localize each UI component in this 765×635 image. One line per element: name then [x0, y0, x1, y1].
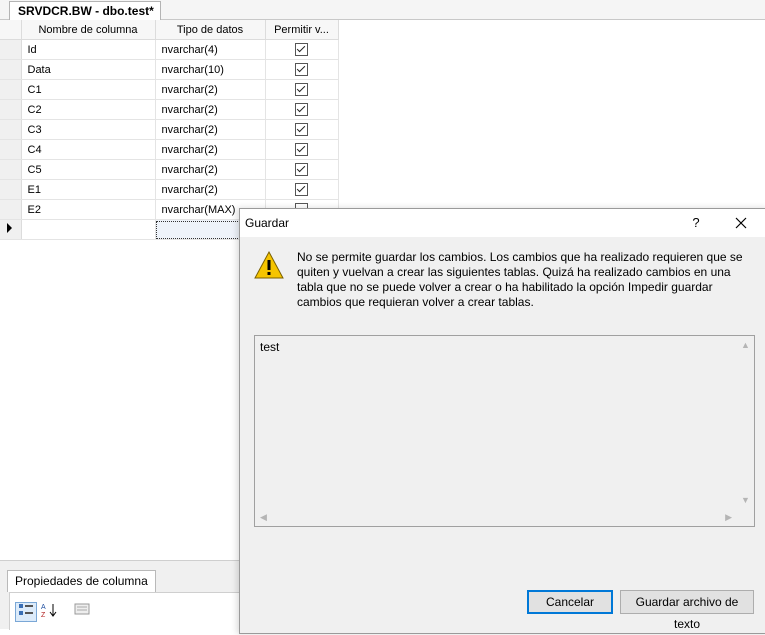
- table-row[interactable]: C4 nvarchar(2): [0, 139, 339, 160]
- row-selector[interactable]: [0, 159, 22, 180]
- help-button[interactable]: ?: [682, 213, 710, 233]
- allow-nulls-cell[interactable]: [265, 159, 339, 180]
- properties-toolbar: AZ: [9, 592, 243, 630]
- column-name-cell[interactable]: Data: [21, 59, 156, 80]
- data-type-cell[interactable]: nvarchar(2): [155, 119, 266, 140]
- column-name-cell[interactable]: Id: [21, 39, 156, 60]
- allow-nulls-cell[interactable]: [265, 39, 339, 60]
- row-selector[interactable]: [0, 219, 22, 240]
- current-row-arrow-icon: [7, 223, 12, 233]
- row-selector[interactable]: [0, 59, 22, 80]
- scroll-right-icon[interactable]: ▶: [725, 512, 732, 523]
- data-type-cell[interactable]: nvarchar(2): [155, 179, 266, 200]
- row-selector[interactable]: [0, 119, 22, 140]
- details-textbox[interactable]: test ▲ ▼ ◀ ▶: [254, 335, 755, 527]
- scroll-left-icon[interactable]: ◀: [260, 512, 267, 523]
- warning-icon: [254, 250, 284, 279]
- column-name-cell[interactable]: E2: [21, 199, 156, 220]
- row-selector[interactable]: [0, 139, 22, 160]
- table-row[interactable]: C3 nvarchar(2): [0, 119, 339, 140]
- categorized-icon[interactable]: [15, 602, 37, 622]
- vertical-scrollbar[interactable]: ▲ ▼: [737, 336, 754, 509]
- column-name-cell[interactable]: C2: [21, 99, 156, 120]
- allow-nulls-cell[interactable]: [265, 59, 339, 80]
- scroll-down-icon[interactable]: ▼: [741, 495, 750, 505]
- properties-tab-label: Propiedades de columna: [15, 574, 148, 588]
- allow-nulls-checkbox[interactable]: [295, 63, 308, 76]
- save-text-file-button[interactable]: Guardar archivo de texto: [620, 590, 754, 631]
- allow-nulls-cell[interactable]: [265, 139, 339, 160]
- svg-text:Z: Z: [41, 612, 46, 618]
- column-name-cell[interactable]: E1: [21, 179, 156, 200]
- grid-header-row: Nombre de columna Tipo de datos Permitir…: [0, 20, 339, 40]
- scroll-up-icon[interactable]: ▲: [741, 340, 750, 350]
- column-name-cell[interactable]: C5: [21, 159, 156, 180]
- column-header-type[interactable]: Tipo de datos: [155, 20, 266, 40]
- alphabetical-sort-icon[interactable]: AZ: [39, 602, 59, 620]
- columns-grid: Nombre de columna Tipo de datos Permitir…: [0, 20, 339, 240]
- row-selector-header: [0, 20, 22, 40]
- column-name-cell[interactable]: C3: [21, 119, 156, 140]
- svg-text:A: A: [41, 604, 46, 611]
- column-header-allow-nulls[interactable]: Permitir v...: [265, 20, 339, 40]
- dialog-title: Guardar: [245, 216, 290, 230]
- document-tab-title: SRVDCR.BW - dbo.test*: [18, 4, 154, 18]
- properties-panel: Propiedades de columna AZ: [0, 560, 243, 630]
- dialog-titlebar[interactable]: Guardar ?: [240, 209, 765, 237]
- allow-nulls-checkbox[interactable]: [295, 143, 308, 156]
- table-row[interactable]: C1 nvarchar(2): [0, 79, 339, 100]
- row-selector[interactable]: [0, 179, 22, 200]
- save-dialog: Guardar ? No se permite guardar los camb…: [239, 208, 765, 634]
- column-name-cell[interactable]: C1: [21, 79, 156, 100]
- allow-nulls-cell[interactable]: [265, 99, 339, 120]
- allow-nulls-cell[interactable]: [265, 179, 339, 200]
- row-selector[interactable]: [0, 99, 22, 120]
- table-row[interactable]: C5 nvarchar(2): [0, 159, 339, 180]
- property-pages-icon[interactable]: [72, 602, 92, 620]
- table-row[interactable]: E1 nvarchar(2): [0, 179, 339, 200]
- allow-nulls-checkbox[interactable]: [295, 183, 308, 196]
- horizontal-scrollbar[interactable]: ◀ ▶: [255, 509, 737, 526]
- data-type-cell[interactable]: nvarchar(2): [155, 139, 266, 160]
- row-selector[interactable]: [0, 79, 22, 100]
- data-type-cell[interactable]: nvarchar(4): [155, 39, 266, 60]
- allow-nulls-checkbox[interactable]: [295, 103, 308, 116]
- allow-nulls-checkbox[interactable]: [295, 83, 308, 96]
- properties-tab[interactable]: Propiedades de columna: [7, 570, 156, 592]
- column-name-cell[interactable]: C4: [21, 139, 156, 160]
- allow-nulls-checkbox[interactable]: [295, 123, 308, 136]
- table-row[interactable]: Data nvarchar(10): [0, 59, 339, 80]
- allow-nulls-checkbox[interactable]: [295, 163, 308, 176]
- column-name-cell[interactable]: [21, 219, 156, 240]
- allow-nulls-cell[interactable]: [265, 119, 339, 140]
- data-type-cell[interactable]: nvarchar(2): [155, 79, 266, 100]
- allow-nulls-cell[interactable]: [265, 79, 339, 100]
- details-text: test: [260, 340, 280, 354]
- cancel-button[interactable]: Cancelar: [527, 590, 613, 614]
- document-tab[interactable]: SRVDCR.BW - dbo.test*: [9, 1, 161, 20]
- close-button[interactable]: [722, 211, 762, 235]
- data-type-cell[interactable]: nvarchar(10): [155, 59, 266, 80]
- document-tabstrip: SRVDCR.BW - dbo.test*: [0, 0, 765, 20]
- row-selector[interactable]: [0, 199, 22, 220]
- data-type-cell[interactable]: nvarchar(2): [155, 99, 266, 120]
- table-row[interactable]: C2 nvarchar(2): [0, 99, 339, 120]
- column-header-name[interactable]: Nombre de columna: [21, 20, 156, 40]
- dialog-message: No se permite guardar los cambios. Los c…: [297, 250, 743, 309]
- data-type-cell[interactable]: nvarchar(2): [155, 159, 266, 180]
- allow-nulls-checkbox[interactable]: [295, 43, 308, 56]
- row-selector[interactable]: [0, 39, 22, 60]
- table-row[interactable]: Id nvarchar(4): [0, 39, 339, 60]
- close-icon: [735, 217, 747, 229]
